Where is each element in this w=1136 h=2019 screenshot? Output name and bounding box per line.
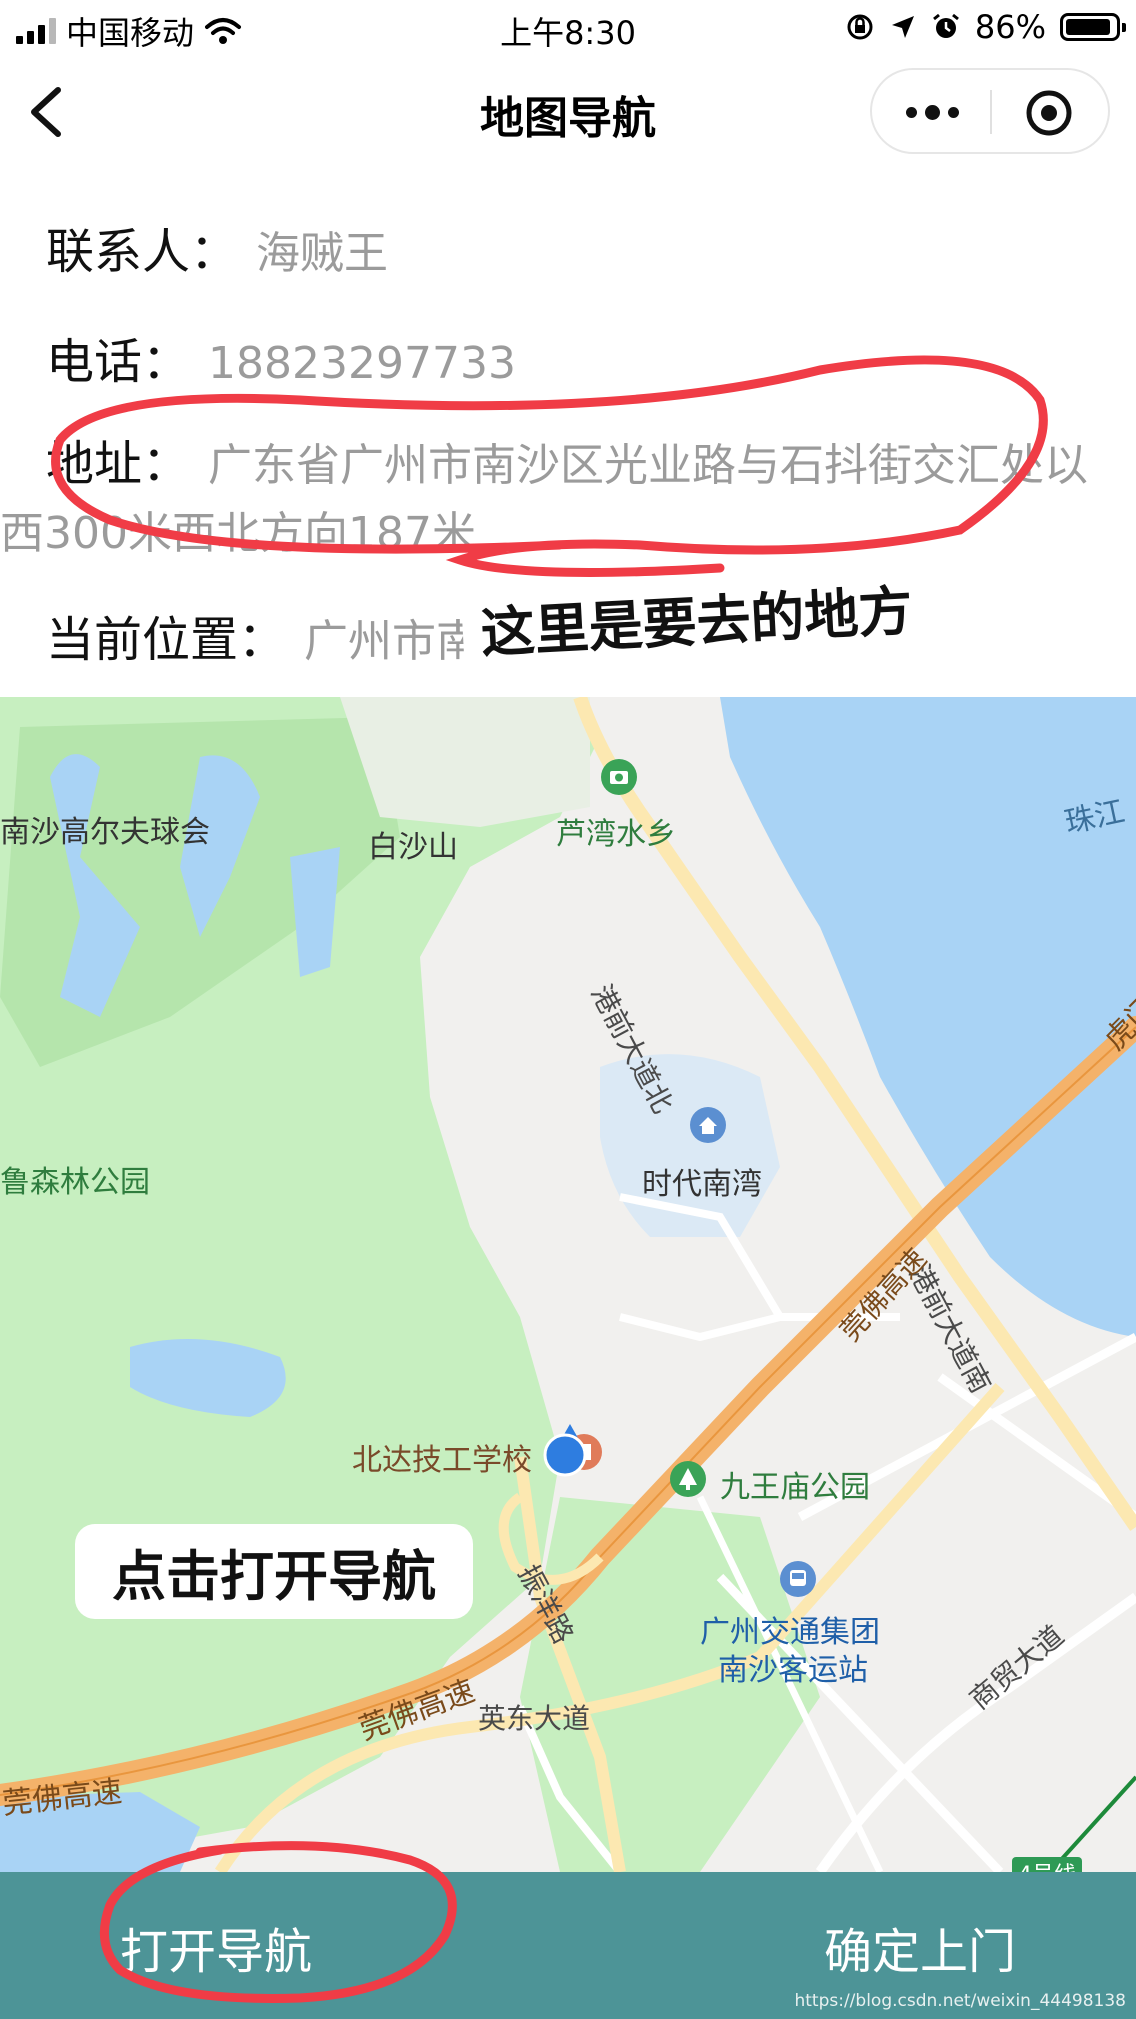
map-label-forest: 鲁森林公园 — [0, 1165, 150, 1200]
map-label-luwan: 芦湾水乡 — [556, 817, 676, 852]
confirm-visit-button[interactable]: 确定上门 — [824, 1912, 1016, 1982]
location-value: 广州市南 — [304, 616, 481, 667]
map-label-shidai: 时代南湾 — [642, 1167, 762, 1202]
map-background — [0, 697, 1136, 1872]
rotation-lock-icon — [847, 14, 873, 40]
phone-value: 18823297733 — [208, 338, 516, 389]
phone-row: 电话： 18823297733 — [46, 322, 516, 392]
camera-poi-icon — [601, 759, 637, 795]
bottom-action-bar: 打开导航 确定上门 https://blog.csdn.net/weixin_4… — [0, 1872, 1136, 2019]
status-right: 86% — [845, 8, 1126, 46]
map-label-jiuwang: 九王庙公园 — [720, 1470, 870, 1505]
contact-row: 联系人： 海贼王 — [46, 212, 388, 282]
address-label: 地址： — [46, 436, 191, 492]
map-label-line4: 4号线 — [1012, 1857, 1082, 1872]
more-icon[interactable] — [902, 94, 962, 130]
navigation-bar: 地图导航 — [0, 58, 1136, 166]
address-row: 地址： 广东省广州市南沙区光业路与石抖街交汇处以西300米西北方向187米 — [0, 430, 1110, 568]
park-poi-icon — [670, 1461, 706, 1497]
contact-label: 联系人： — [46, 224, 239, 280]
destination-annotation: 这里是要去的地方 — [460, 553, 933, 681]
capsule-divider — [990, 90, 992, 134]
map-label-transit-2: 南沙客运站 — [718, 1653, 868, 1688]
alarm-icon — [932, 13, 959, 38]
map-label-yingdong: 英东大道 — [478, 1702, 591, 1735]
location-row: 当前位置： 广州市南 — [46, 600, 480, 670]
close-miniprogram-icon[interactable] — [1024, 88, 1074, 138]
home-poi-icon — [690, 1107, 726, 1143]
location-arrow-icon — [891, 16, 914, 38]
battery-icon — [1060, 13, 1126, 41]
map-label-golf: 南沙高尔夫球会 — [0, 815, 210, 850]
open-navigation-bubble[interactable]: 点击打开导航 — [75, 1524, 473, 1619]
phone-label: 电话： — [46, 334, 191, 390]
watermark: https://blog.csdn.net/weixin_44498138 — [794, 1991, 1126, 2011]
mini-program-capsule — [870, 68, 1110, 154]
open-navigation-button[interactable]: 打开导航 — [120, 1912, 312, 1982]
battery-percent: 86% — [974, 8, 1046, 46]
map-label-beida: 北达技工学校 — [352, 1443, 532, 1478]
map-label-baishashan: 白沙山 — [368, 830, 458, 865]
location-label: 当前位置： — [46, 612, 287, 668]
bus-station-icon — [780, 1561, 816, 1597]
hill-area — [340, 697, 590, 827]
status-bar: 中国移动 上午8:30 86% — [0, 0, 1136, 58]
map-view[interactable]: 南沙高尔夫球会 白沙山 芦湾水乡 珠江 港前大道北 时代南湾 鲁森林公园 港前大… — [0, 697, 1136, 1872]
contact-value: 海贼王 — [256, 228, 389, 279]
current-location-icon — [543, 1424, 587, 1477]
